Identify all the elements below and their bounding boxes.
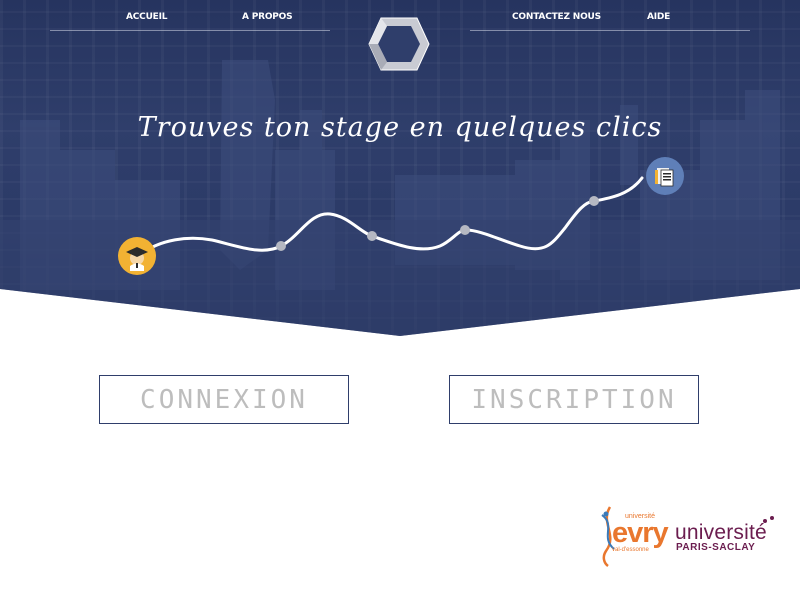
saclay-dots-icon xyxy=(763,516,774,523)
evry-subtitle: val-d'essonne xyxy=(612,547,649,553)
documents-icon xyxy=(646,157,684,195)
login-button[interactable]: CONNEXION xyxy=(99,375,349,424)
graduate-student-icon xyxy=(118,237,156,275)
saclay-subtitle: PARIS-SACLAY xyxy=(676,542,756,553)
saclay-universite-text: université xyxy=(675,521,767,544)
signup-button[interactable]: INSCRIPTION xyxy=(449,375,699,424)
evry-name: evry xyxy=(612,517,669,549)
